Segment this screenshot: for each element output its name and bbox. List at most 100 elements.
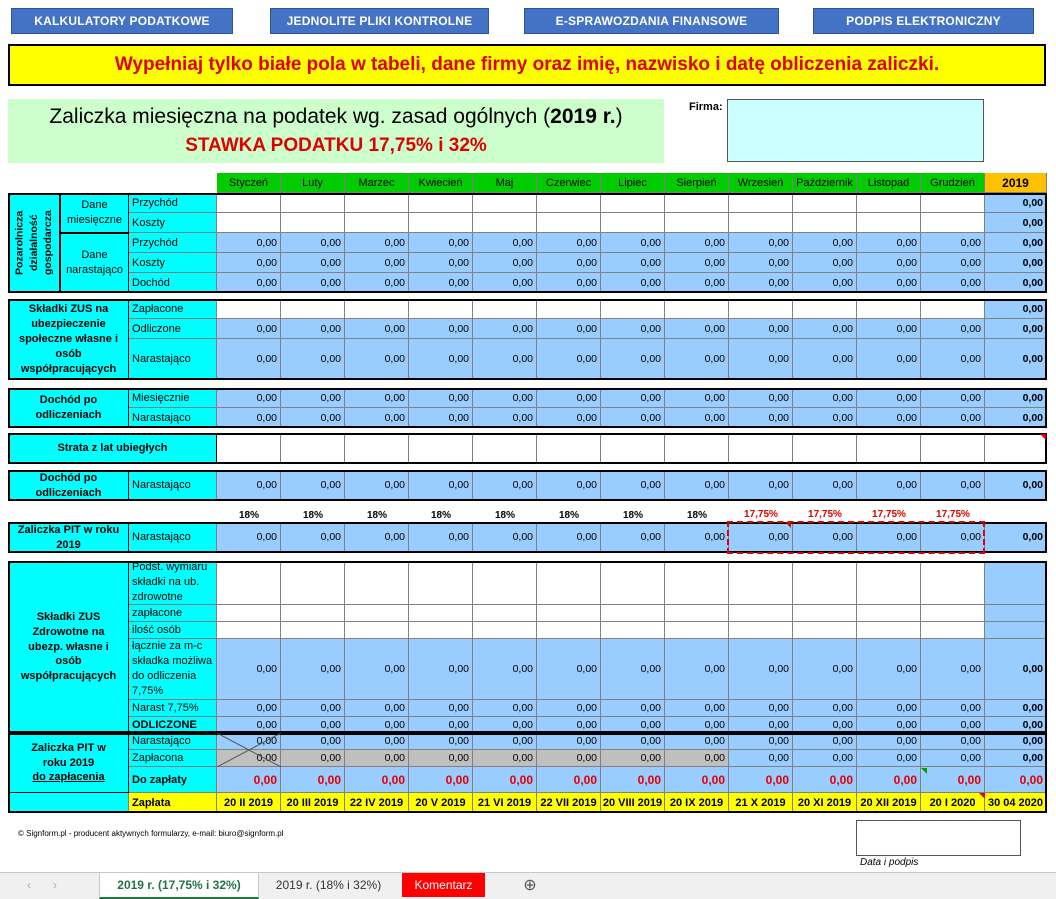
strata-2[interactable] [281,433,345,464]
strata-11[interactable] [857,433,921,464]
row-zus-zaplacone-1[interactable] [217,299,281,319]
row-zus-zaplacone-10[interactable] [793,299,857,319]
comment-marker-icon[interactable] [921,768,927,774]
row-ilosc-11[interactable] [857,622,921,639]
row-zus-zaplacone-2[interactable] [281,299,345,319]
row-pit-narastajaco-3: 0,00 [345,522,409,553]
row-zus-zaplacone-11[interactable] [857,299,921,319]
row-koszty-m-8[interactable] [665,213,729,233]
row-zus-zaplacone-4[interactable] [409,299,473,319]
row-koszty-m-6[interactable] [537,213,601,233]
row-ilosc-4[interactable] [409,622,473,639]
row-podst-6[interactable] [537,561,601,605]
strata-1[interactable] [217,433,281,464]
row-koszty-m-2[interactable] [281,213,345,233]
row-narast775-4: 0,00 [409,700,473,717]
scroll-right-icon[interactable]: › [44,873,66,897]
row-ilosc-6[interactable] [537,622,601,639]
row-podst-7[interactable] [601,561,665,605]
footer-copyright: © Signform.pl - producent aktywnych form… [18,829,284,838]
row-przychod-m-9[interactable] [729,193,793,213]
row-zdrow-zaplacone-4[interactable] [409,605,473,622]
row-podst-2[interactable] [281,561,345,605]
row-do-zaplaty-4: 0,00 [409,767,473,793]
row-ilosc-1[interactable] [217,622,281,639]
row-podst-12[interactable] [921,561,985,605]
row-przychod-m-11[interactable] [857,193,921,213]
tab-komentarz[interactable]: Komentarz [402,873,485,897]
row-ilosc-8[interactable] [665,622,729,639]
row-koszty-m-1[interactable] [217,213,281,233]
row-koszty-m-3[interactable] [345,213,409,233]
row-zus-zaplacone-8[interactable] [665,299,729,319]
strata-12[interactable] [921,433,985,464]
row-podst-11[interactable] [857,561,921,605]
strata-5[interactable] [473,433,537,464]
row-zdrow-zaplacone-1[interactable] [217,605,281,622]
row-ilosc-12[interactable] [921,622,985,639]
strata-3[interactable] [345,433,409,464]
row-zdrow-zaplacone-11[interactable] [857,605,921,622]
row-koszty-m-11[interactable] [857,213,921,233]
row-zus-zaplacone-12[interactable] [921,299,985,319]
signature-input[interactable] [856,820,1021,856]
row-zdrow-zaplacone-2[interactable] [281,605,345,622]
row-koszty-m-5[interactable] [473,213,537,233]
row-przychod-m-4[interactable] [409,193,473,213]
row-przychod-m-12[interactable] [921,193,985,213]
row-podst-4[interactable] [409,561,473,605]
row-podst-9[interactable] [729,561,793,605]
row-ilosc-10[interactable] [793,622,857,639]
row-przychod-m-10[interactable] [793,193,857,213]
comment-marker-icon[interactable] [979,793,985,799]
row-ilosc-7[interactable] [601,622,665,639]
row-zdrow-zaplacone-12[interactable] [921,605,985,622]
row-koszty-m-9[interactable] [729,213,793,233]
strata-8[interactable] [665,433,729,464]
row-podst-5[interactable] [473,561,537,605]
row-przychod-m-5[interactable] [473,193,537,213]
scroll-left-icon[interactable]: ‹ [18,873,40,897]
row-koszty-m-4[interactable] [409,213,473,233]
row-zdrow-zaplacone-7[interactable] [601,605,665,622]
strata-4[interactable] [409,433,473,464]
row-zdrow-zaplacone-9[interactable] [729,605,793,622]
add-sheet-icon[interactable]: ⊕ [520,873,540,897]
row-ilosc-5[interactable] [473,622,537,639]
row-ilosc-2[interactable] [281,622,345,639]
strata-10[interactable] [793,433,857,464]
row-zdrow-zaplacone-10[interactable] [793,605,857,622]
row-zdrow-zaplacone-5[interactable] [473,605,537,622]
row-podst-3[interactable] [345,561,409,605]
strata-7[interactable] [601,433,665,464]
strata-9[interactable] [729,433,793,464]
row-zus-zaplacone-7[interactable] [601,299,665,319]
row-przychod-m-2[interactable] [281,193,345,213]
row-przychod-m-8[interactable] [665,193,729,213]
row-przychod-m-6[interactable] [537,193,601,213]
comment-marker-icon[interactable] [1040,434,1046,440]
row-zus-zaplacone-6[interactable] [537,299,601,319]
row-zus-zaplacone-5[interactable] [473,299,537,319]
row-zdrow-zaplacone-8[interactable] [665,605,729,622]
row-koszty-m-10[interactable] [793,213,857,233]
row-ilosc-9[interactable] [729,622,793,639]
comment-marker-icon[interactable] [785,522,791,528]
row-zdrow-zaplacone-3[interactable] [345,605,409,622]
row-ilosc-3[interactable] [345,622,409,639]
row-koszty-m-12[interactable] [921,213,985,233]
strata-6[interactable] [537,433,601,464]
tab-sheet-1775[interactable]: 2019 r. (17,75% i 32%) [99,873,259,899]
row-przychod-m-7[interactable] [601,193,665,213]
row-zus-zaplacone-3[interactable] [345,299,409,319]
row-podst-1[interactable] [217,561,281,605]
row-zus-zaplacone-9[interactable] [729,299,793,319]
row-podst-8[interactable] [665,561,729,605]
row-podst-10[interactable] [793,561,857,605]
row-zdrow-zaplacone-6[interactable] [537,605,601,622]
row-przychod-m-3[interactable] [345,193,409,213]
row-koszty-m-7[interactable] [601,213,665,233]
strata-total[interactable] [985,433,1047,464]
tab-sheet-18[interactable]: 2019 r. (18% i 32%) [261,873,396,897]
row-przychod-m-1[interactable] [217,193,281,213]
